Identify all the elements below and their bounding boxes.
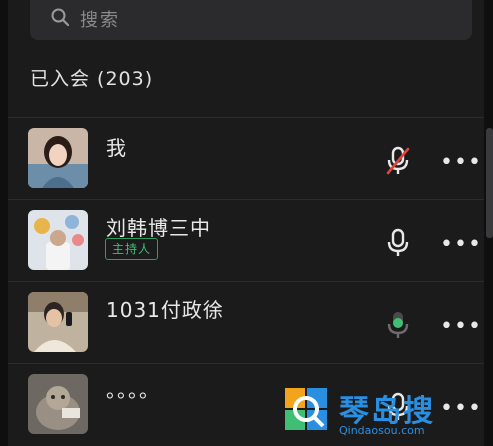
mic-icon[interactable] [386, 228, 410, 258]
joined-count-label: 已入会 (203) [30, 68, 154, 90]
watermark: 琴岛搜 Qindaosou.com [283, 386, 483, 442]
search-icon [50, 7, 70, 27]
participant-name: 。。。。 [106, 378, 160, 402]
avatar [28, 210, 88, 270]
avatar [28, 128, 88, 188]
watermark-url: Qindaosou.com [339, 424, 425, 437]
more-options-button[interactable]: ••• [440, 152, 482, 174]
participant-row[interactable]: 我 ••• [8, 118, 484, 198]
more-options-button[interactable]: ••• [440, 234, 482, 256]
mic-speaking-icon[interactable] [386, 310, 410, 340]
participant-name: 我 [106, 136, 127, 160]
watermark-logo-icon [283, 386, 329, 432]
mic-muted-icon[interactable] [386, 146, 410, 176]
participant-name: 1031付政徐 [106, 298, 224, 322]
avatar [28, 292, 88, 352]
scrollbar[interactable] [486, 128, 493, 238]
host-badge: 主持人 [105, 238, 159, 260]
meeting-participants-screen: 搜索 已入会 (203) 我 ••• 刘韩博三中 主持人 ••• 1031付政徐… [0, 0, 493, 446]
participant-row[interactable]: 1031付政徐 ••• [8, 282, 484, 362]
more-options-button[interactable]: ••• [440, 316, 482, 338]
participant-name: 刘韩博三中 [106, 216, 211, 240]
search-input[interactable]: 搜索 [80, 6, 120, 32]
participant-row[interactable]: 刘韩博三中 主持人 ••• [8, 200, 484, 280]
avatar [28, 374, 88, 434]
